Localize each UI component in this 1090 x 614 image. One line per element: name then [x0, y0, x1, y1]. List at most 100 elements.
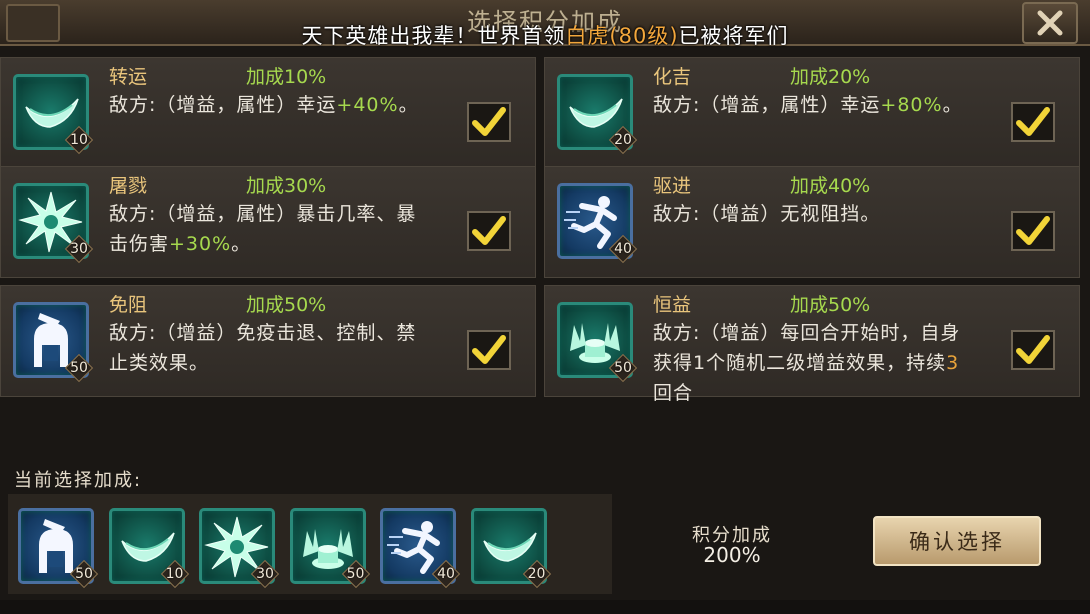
bonus-card[interactable]: 10 转运 加成10% 敌方:（增益，属性）幸运+40%。	[0, 57, 536, 169]
desc-turns: 3	[946, 352, 960, 374]
level-badge: 10	[66, 127, 92, 153]
level-value: 50	[614, 360, 632, 376]
bonus-card[interactable]: 50 免阻 加成50% 敌方:（增益）免疫击退、控制、禁止类效果。	[0, 285, 536, 397]
level-value: 10	[70, 132, 88, 148]
level-badge: 40	[433, 561, 459, 587]
level-badge: 40	[610, 236, 636, 262]
card-description: 敌方:（增益，属性）幸运+80%。	[653, 90, 975, 120]
altar-icon: 50	[557, 302, 633, 378]
altar-icon: 50	[289, 508, 369, 587]
desc-tail: 。	[942, 94, 963, 116]
close-icon	[1037, 10, 1063, 36]
desc-text: 敌方:（增益，属性）幸运	[109, 94, 337, 116]
selected-bonus-item[interactable]: 50	[289, 508, 369, 587]
bonus-card[interactable]: 30 屠戮 加成30% 敌方:（增益，属性）暴击几率、暴击伤害+30%。	[0, 166, 536, 278]
level-value: 30	[70, 241, 88, 257]
card-bonus: 加成10%	[246, 66, 327, 88]
select-checkbox[interactable]	[1011, 330, 1055, 370]
marquee-highlight: 白虎(80级)	[565, 24, 679, 48]
horn-icon: 20	[470, 508, 550, 587]
burst-icon: 30	[199, 508, 275, 584]
level-badge: 20	[610, 127, 636, 153]
desc-tail: 。	[398, 94, 419, 116]
checkmark-icon	[472, 335, 506, 364]
level-badge: 30	[252, 561, 278, 587]
selected-bonus-item[interactable]: 40	[380, 508, 456, 584]
desc-text: 敌方:（增益，属性）幸运	[653, 94, 881, 116]
running-figure-icon: 40	[380, 508, 456, 584]
card-description: 敌方:（增益）无视阻挡。	[653, 199, 975, 229]
select-checkbox[interactable]	[467, 211, 511, 251]
horn-icon: 10	[108, 508, 188, 587]
card-description: 敌方:（增益）免疫击退、控制、禁止类效果。	[109, 318, 431, 378]
bonus-card[interactable]: 40 驱进 加成40% 敌方:（增益）无视阻挡。	[544, 166, 1080, 278]
level-badge: 50	[66, 355, 92, 381]
card-icon-slot: 50	[13, 302, 89, 378]
selected-bonus-item[interactable]: 10	[108, 508, 188, 587]
card-description: 敌方:（增益，属性）暴击几率、暴击伤害+30%。	[109, 199, 431, 259]
horn-icon: 20	[557, 74, 633, 150]
desc-value: +40%	[336, 94, 399, 116]
card-bonus: 加成30%	[246, 175, 327, 197]
close-button[interactable]	[1022, 2, 1078, 44]
confirm-button[interactable]: 确认选择	[873, 516, 1041, 566]
card-bonus: 加成40%	[790, 175, 871, 197]
select-checkbox[interactable]	[1011, 211, 1055, 251]
level-badge: 50	[71, 561, 97, 587]
checkmark-icon	[472, 107, 506, 136]
level-value: 50	[70, 360, 88, 376]
current-selection-label: 当前选择加成:	[14, 470, 143, 491]
level-badge: 20	[524, 561, 550, 587]
selected-bonus-item[interactable]: 20	[470, 508, 550, 587]
select-checkbox[interactable]	[1011, 102, 1055, 142]
running-figure-icon: 40	[557, 183, 633, 259]
broadcast-marquee: 天下英雄出我辈！世界首领白虎(80级)已被将军们	[0, 20, 1090, 50]
header-bar: 选择积分加成 天下英雄出我辈！世界首领白虎(80级)已被将军们	[0, 0, 1090, 48]
level-value: 10	[165, 566, 184, 582]
card-icon-slot: 10	[13, 74, 89, 150]
desc-tail: 回合	[653, 382, 694, 401]
bonus-grid: 10 转运 加成10% 敌方:（增益，属性）幸运+40%。 20 化吉 加成20% 敌方:（增…	[0, 47, 1090, 401]
checkmark-icon	[1016, 216, 1050, 245]
card-bonus: 加成50%	[790, 294, 871, 316]
checkmark-icon	[1016, 335, 1050, 364]
burst-icon: 30	[13, 183, 89, 259]
desc-text: 敌方:（增益）免疫击退、控制、禁止类效果。	[109, 322, 417, 374]
card-name: 屠戮	[109, 175, 148, 197]
select-checkbox[interactable]	[467, 102, 511, 142]
desc-tail: 。	[231, 233, 252, 255]
bottom-edge	[0, 600, 1090, 614]
level-value: 20	[527, 566, 546, 582]
bonus-card[interactable]: 20 化吉 加成20% 敌方:（增益，属性）幸运+80%。	[544, 57, 1080, 169]
card-icon-slot: 50	[557, 302, 633, 378]
selected-bonus-item[interactable]: 30	[199, 508, 275, 584]
level-value: 40	[437, 566, 455, 582]
card-icon-slot: 20	[557, 74, 633, 150]
level-value: 40	[614, 241, 632, 257]
desc-text: 敌方:（增益）每回合开始时，自身获得1个随机二级增益效果，持续	[653, 322, 961, 374]
card-name: 恒益	[653, 294, 692, 316]
card-icon-slot: 40	[557, 183, 633, 259]
select-checkbox[interactable]	[467, 330, 511, 370]
level-badge: 50	[343, 561, 369, 587]
card-bonus: 加成20%	[790, 66, 871, 88]
selected-bonus-item[interactable]: 50	[18, 508, 94, 584]
desc-value: +30%	[169, 233, 232, 255]
helmet-head-icon: 50	[13, 302, 89, 378]
marquee-suffix: 已被将军们	[678, 24, 789, 48]
card-icon-slot: 30	[13, 183, 89, 259]
score-bonus-value: 200%	[703, 543, 761, 567]
level-value: 50	[75, 566, 93, 582]
level-value: 50	[346, 566, 365, 582]
desc-value: +80%	[880, 94, 943, 116]
level-badge: 30	[66, 236, 92, 262]
checkmark-icon	[1016, 107, 1050, 136]
card-name: 驱进	[653, 175, 692, 197]
marquee-prefix: 天下英雄出我辈！世界首领	[301, 24, 566, 48]
horn-icon: 10	[13, 74, 89, 150]
level-badge: 10	[162, 561, 188, 587]
card-bonus: 加成50%	[246, 294, 327, 316]
desc-text: 敌方:（增益）无视阻挡。	[653, 203, 881, 225]
card-name: 化吉	[653, 66, 692, 88]
bonus-card[interactable]: 50 恒益 加成50% 敌方:（增益）每回合开始时，自身获得1个随机二级增益效果，持续…	[544, 285, 1080, 401]
